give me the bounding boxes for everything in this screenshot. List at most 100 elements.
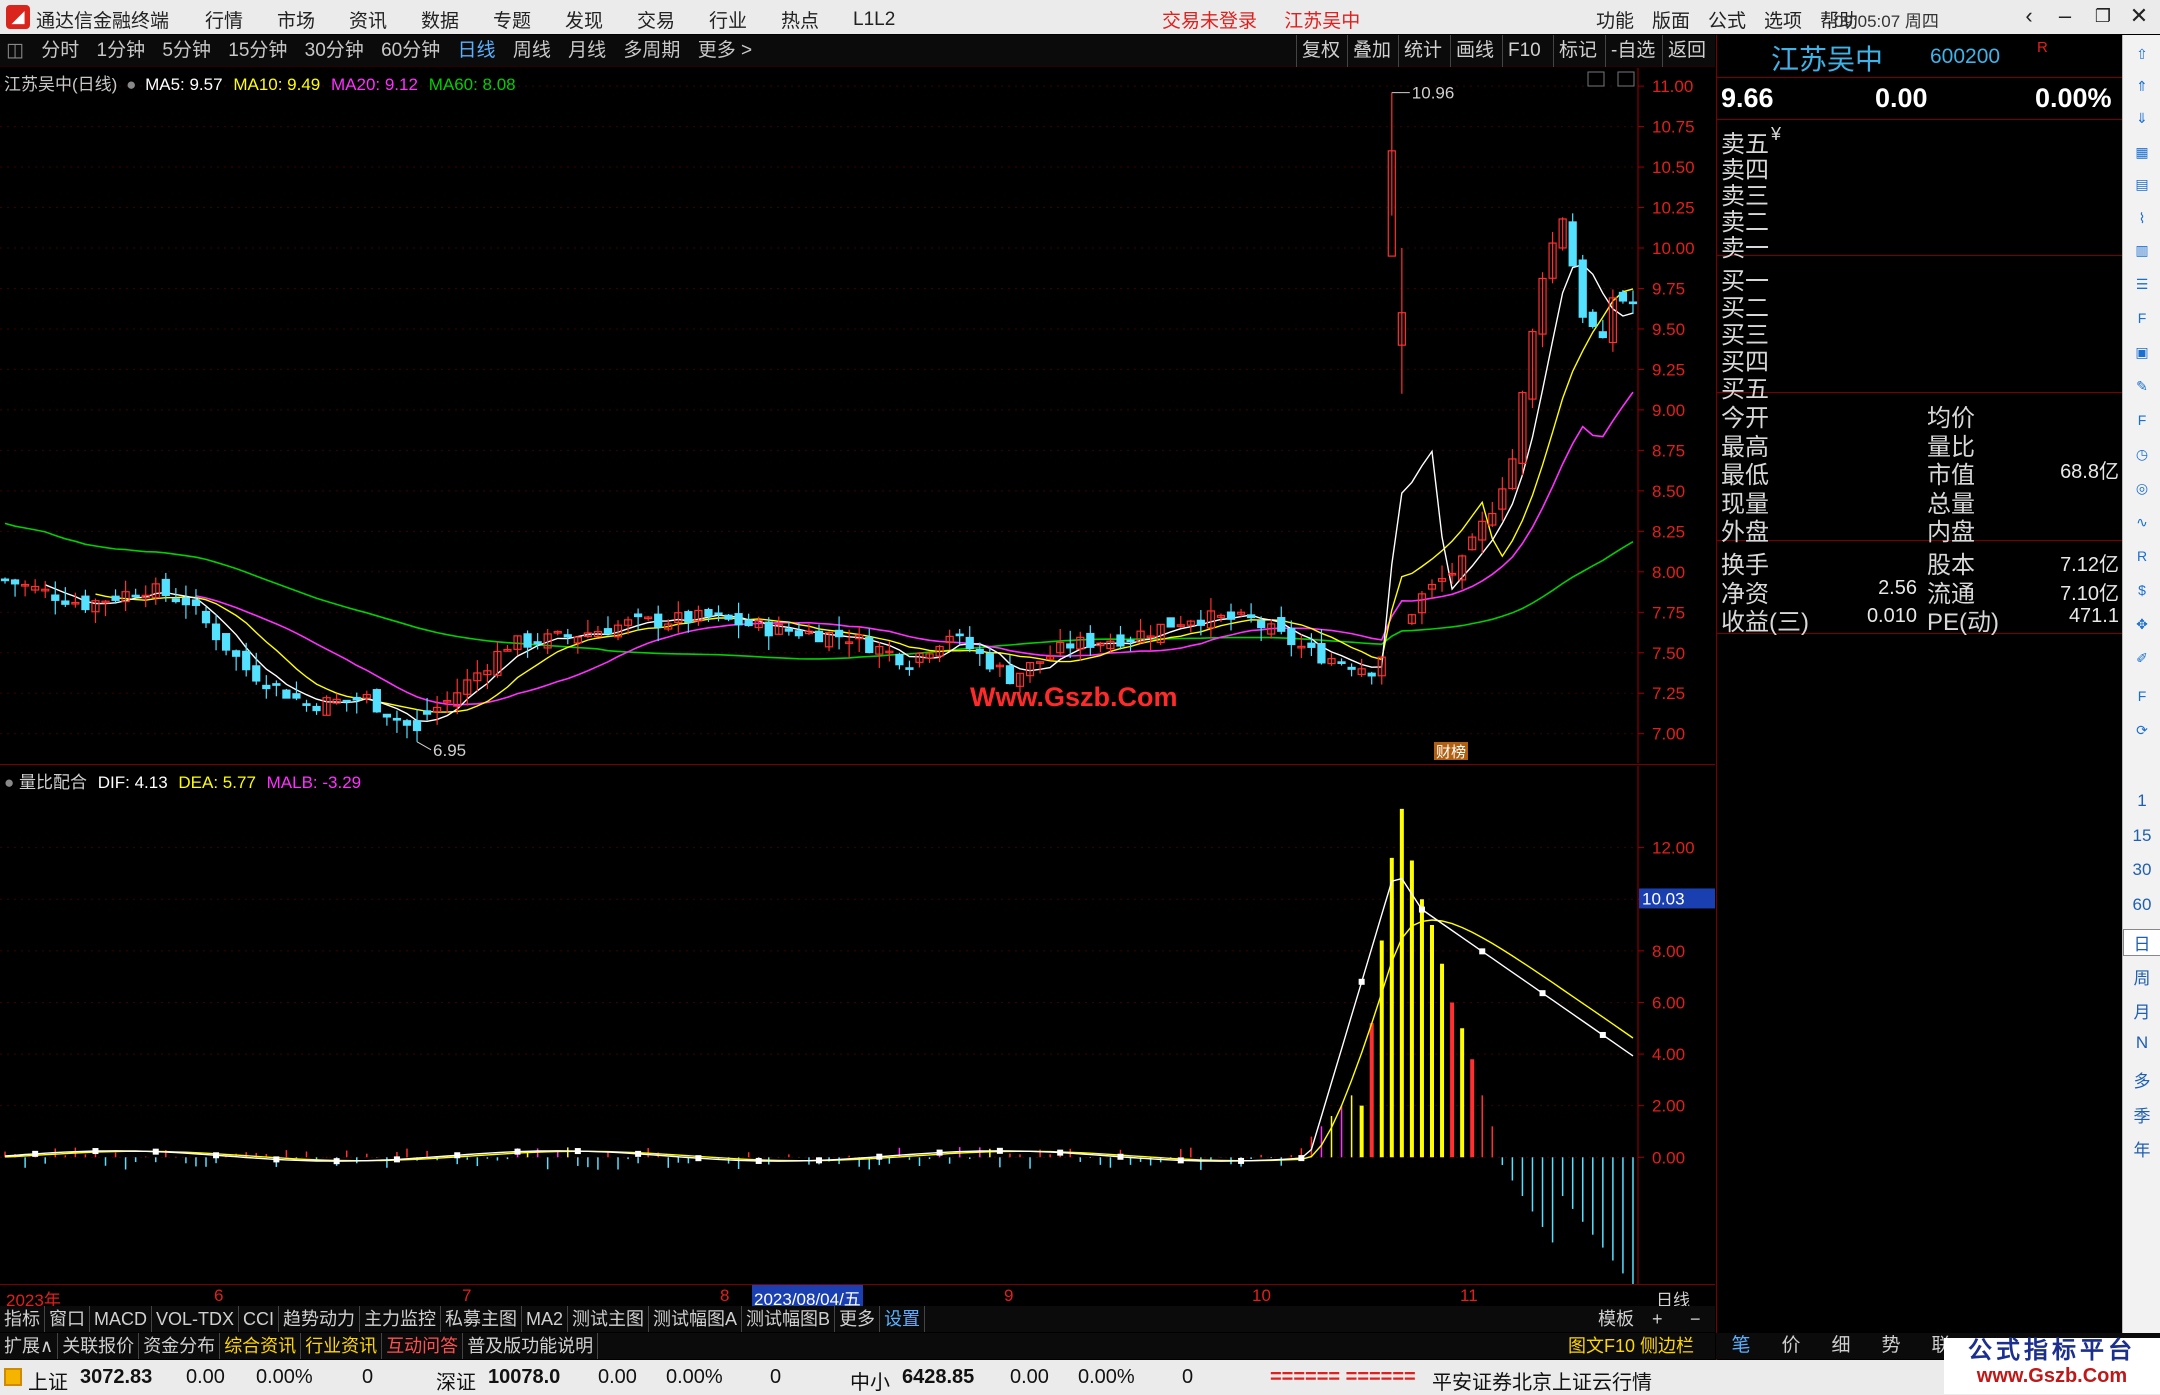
tab-monitor[interactable]: 主力监控	[360, 1306, 442, 1332]
period-tab[interactable]: 月线	[562, 35, 612, 67]
tab-expand[interactable]: 扩展∧	[0, 1333, 59, 1359]
period-tab[interactable]: 分时	[35, 35, 85, 67]
zx-index-name[interactable]: 中小	[850, 1366, 890, 1395]
refresh-icon[interactable]: ⟳	[2130, 719, 2154, 741]
market-icon[interactable]	[4, 1368, 22, 1386]
menu-item[interactable]: 交易	[637, 6, 709, 33]
more-periods[interactable]: 更多 >	[692, 35, 758, 67]
down-icon[interactable]: ⇓	[2130, 107, 2154, 129]
f10-icon[interactable]: F	[2130, 307, 2154, 329]
tab-test-a[interactable]: 测试幅图A	[649, 1306, 743, 1332]
tab-settings[interactable]: 设置	[880, 1306, 926, 1332]
period-shortcut[interactable]: 30	[2123, 860, 2160, 880]
move-icon[interactable]: ✥	[2130, 613, 2154, 635]
tool-button[interactable]: F10	[1502, 35, 1546, 67]
period-tab[interactable]: 15分钟	[222, 35, 293, 67]
ask-label[interactable]: 卖一	[1721, 228, 1769, 263]
up-icon[interactable]: ⇑	[2130, 75, 2154, 97]
list-icon[interactable]: ☰	[2130, 273, 2154, 295]
back-icon[interactable]: ‹	[2014, 3, 2044, 29]
tab-trend[interactable]: 势	[1866, 1333, 1916, 1359]
broker-name[interactable]: 平安证券北京上证云行情	[1432, 1366, 1652, 1395]
wave-icon[interactable]: ∿	[2130, 511, 2154, 533]
tab-fund-flow[interactable]: 资金分布	[139, 1333, 221, 1359]
period-shortcut[interactable]: 多	[2123, 1067, 2160, 1092]
period-tab[interactable]: 1分钟	[91, 35, 152, 67]
tab-detail[interactable]: 细	[1816, 1333, 1866, 1359]
menu-item[interactable]: 版面	[1652, 6, 1708, 33]
period-tab[interactable]: 60分钟	[375, 35, 446, 67]
menu-item[interactable]: 市场	[277, 6, 349, 33]
tab-macd[interactable]: MACD	[90, 1306, 152, 1332]
tab-test-b[interactable]: 测试幅图B	[742, 1306, 836, 1332]
period-shortcut[interactable]: 1	[2123, 791, 2160, 811]
tool-button[interactable]: 叠加	[1347, 35, 1396, 67]
close-icon[interactable]: ✕	[2124, 3, 2154, 29]
tab-linked-quotes[interactable]: 关联报价	[58, 1333, 140, 1359]
calendar-icon[interactable]: ▣	[2130, 341, 2154, 363]
period-shortcut[interactable]: 15	[2123, 826, 2160, 846]
period-shortcut[interactable]: 周	[2123, 964, 2160, 989]
target-icon[interactable]: ◎	[2130, 477, 2154, 499]
template-button[interactable]: 模板	[1594, 1306, 1638, 1332]
legend-toggle-icon[interactable]: ●	[4, 773, 14, 792]
period-shortcut[interactable]: N	[2123, 1033, 2160, 1053]
menu-item[interactable]: 发现	[565, 6, 637, 33]
line-chart-icon[interactable]: ⌇	[2130, 207, 2154, 229]
tab-vol[interactable]: VOL-TDX	[152, 1306, 240, 1332]
menu-item[interactable]: 公式	[1708, 6, 1764, 33]
menu-item[interactable]: 热点	[781, 6, 853, 33]
f12-icon[interactable]: F	[2130, 409, 2154, 431]
tab-ticks[interactable]: 笔	[1716, 1333, 1766, 1359]
price-chart[interactable]: 11.00 10.75 10.50 10.25 10.00 9.75 9.50 9.25 9.0…	[0, 68, 1715, 763]
period-shortcut[interactable]: 60	[2123, 895, 2160, 915]
tool-button[interactable]: 统计	[1398, 35, 1447, 67]
tab-industry-news[interactable]: 行业资讯	[301, 1333, 383, 1359]
tab-window[interactable]: 窗口	[45, 1306, 90, 1332]
period-tab[interactable]: 5分钟	[156, 35, 217, 67]
tool-button[interactable]: 返回	[1662, 35, 1711, 67]
candlestick-svg[interactable]: 11.00 10.75 10.50 10.25 10.00 9.75 9.50 9.25 9.0…	[0, 68, 1715, 763]
sh-index-name[interactable]: 上证	[28, 1366, 68, 1395]
menu-item[interactable]: 资讯	[349, 6, 421, 33]
tab-trend[interactable]: 趋势动力	[279, 1306, 361, 1332]
tool-button[interactable]: 复权	[1296, 35, 1345, 67]
rsi-icon[interactable]: R	[2130, 545, 2154, 567]
minimize-icon[interactable]: –	[2050, 3, 2080, 29]
tool-button[interactable]: -自选	[1605, 35, 1660, 67]
fs-icon[interactable]: F	[2130, 685, 2154, 707]
indicator-chart[interactable]: 12.0010.008.006.004.002.000.0010.03 ● 量比…	[0, 766, 1715, 1287]
menu-item[interactable]: 数据	[421, 6, 493, 33]
remove-pane-button[interactable]: −	[1686, 1306, 1705, 1332]
add-pane-button[interactable]: +	[1648, 1306, 1667, 1332]
legend-toggle-icon[interactable]: ●	[126, 75, 136, 94]
restore-icon[interactable]: ❐	[2088, 6, 2118, 27]
period-tab[interactable]: 周线	[507, 35, 557, 67]
menu-item[interactable]: 选项	[1764, 6, 1820, 33]
menu-item[interactable]: 行情	[205, 6, 277, 33]
clock-icon[interactable]: ◷	[2130, 443, 2154, 465]
period-tab[interactable]: 多周期	[617, 35, 686, 67]
tab-test-main[interactable]: 测试主图	[568, 1306, 650, 1332]
menu-item[interactable]: 专题	[493, 6, 565, 33]
tab-qa[interactable]: 互动问答	[382, 1333, 464, 1359]
period-shortcut[interactable]: 年	[2123, 1136, 2160, 1161]
tab-help[interactable]: 普及版功能说明	[463, 1333, 599, 1359]
tab-more[interactable]: 更多	[835, 1306, 881, 1332]
tab-ma2[interactable]: MA2	[522, 1306, 569, 1332]
dollar-icon[interactable]: $	[2130, 579, 2154, 601]
tab-private[interactable]: 私募主图	[441, 1306, 523, 1332]
sz-index-name[interactable]: 深证	[436, 1366, 476, 1395]
panel-toggle-icon[interactable]: ◫	[0, 35, 30, 67]
tab-news[interactable]: 综合资讯	[220, 1333, 302, 1359]
tab-indicator[interactable]: 指标	[0, 1306, 45, 1332]
menu-item[interactable]: L1L2	[853, 9, 925, 31]
tab-cci[interactable]: CCI	[239, 1306, 280, 1332]
notes-icon[interactable]: ✎	[2130, 375, 2154, 397]
period-shortcut[interactable]: 月	[2123, 998, 2160, 1023]
menu-item[interactable]: 行业	[709, 6, 781, 33]
tool-button[interactable]: 画线	[1450, 35, 1499, 67]
period-shortcut[interactable]: 日	[2123, 929, 2160, 956]
period-tab-daily[interactable]: 日线	[452, 35, 502, 67]
tab-price[interactable]: 价	[1766, 1333, 1816, 1359]
